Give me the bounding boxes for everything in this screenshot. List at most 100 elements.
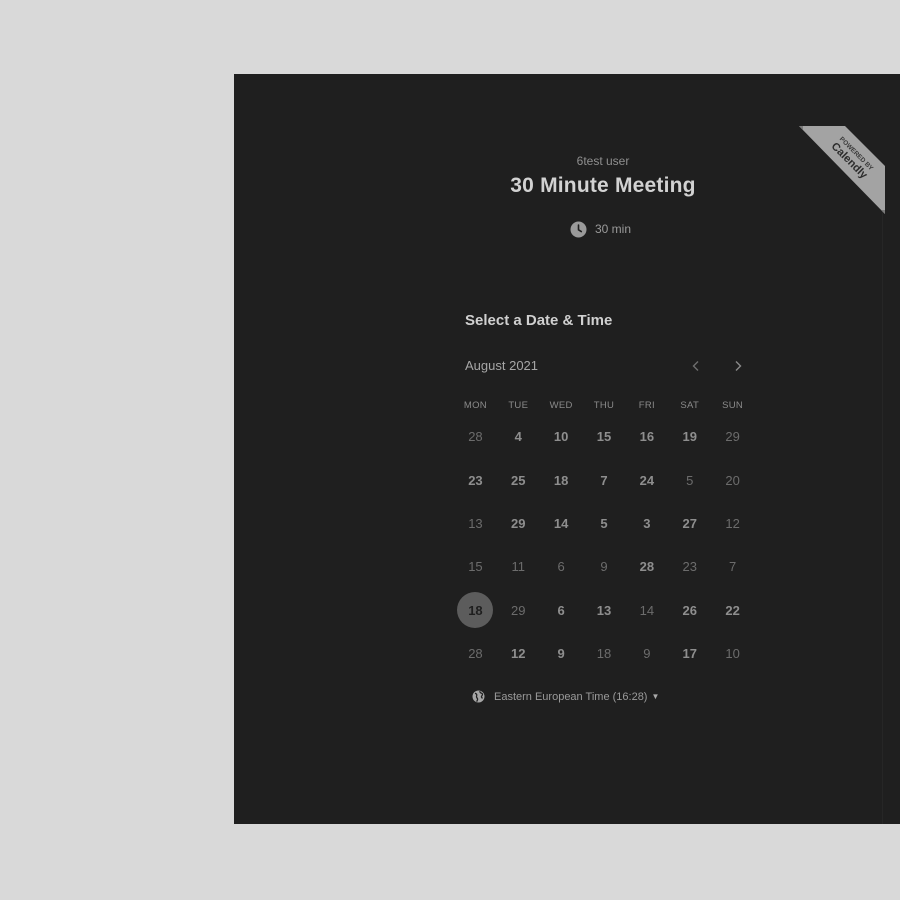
calendar-day-label: 13 [468, 515, 483, 531]
calendar-day-label: 28 [468, 429, 483, 445]
calendar-day-available[interactable]: 26 [668, 589, 711, 632]
chevron-left-icon [692, 361, 699, 371]
section-title: Select a Date & Time [465, 312, 613, 329]
calendar-day-label: 25 [511, 472, 526, 488]
calendar-day-label: 4 [514, 429, 522, 445]
calendar-week-row: 23 25 18 7 24 5 20 [454, 458, 754, 501]
weekday-sat: SAT [680, 400, 700, 411]
calendar-day-unavailable: 15 [454, 545, 497, 588]
calendar-day-label: 29 [511, 602, 526, 618]
calendar-day-label: 14 [553, 515, 569, 531]
calendar-day-available[interactable]: 6 [540, 589, 583, 632]
calendar-week-row: 28 4 10 15 16 19 29 [454, 415, 754, 458]
calendar-day-unavailable: 11 [497, 545, 540, 588]
caret-down-icon: ▼ [651, 692, 660, 701]
calendar-day-label: 29 [725, 429, 740, 445]
calendar-day-unavailable: 29 [711, 415, 754, 458]
calendar-day-available[interactable]: 9 [540, 632, 583, 675]
calendar-day-label: 3 [643, 515, 651, 531]
calendar-day-unavailable: 7 [711, 545, 754, 588]
calendar-day-label: 5 [686, 472, 694, 488]
calendar-day-label: 10 [553, 429, 569, 445]
weekday-mon: MON [463, 400, 487, 411]
calendar-day-available[interactable]: 4 [497, 415, 540, 458]
event-title: 30 Minute Meeting [510, 174, 696, 197]
calendar-day-label: 29 [511, 515, 526, 531]
calendar-day-label: 12 [725, 515, 740, 531]
calendar-day-label: 27 [682, 515, 697, 531]
calendar-day-unavailable: 14 [625, 589, 668, 632]
calendar-day-label: 15 [596, 429, 612, 445]
calendar-week-row: 18 29 6 13 14 26 22 [454, 589, 754, 632]
calendar-day-unavailable: 9 [625, 632, 668, 675]
calendar-day-available[interactable]: 29 [497, 502, 540, 545]
weekday-tue: TUE [508, 400, 529, 411]
month-label: August 2021 [465, 358, 539, 373]
calendar-day-label: 9 [600, 559, 608, 575]
calendar-day-label: 7 [600, 472, 608, 488]
calendar-day-unavailable: 28 [454, 632, 497, 675]
calendar-day-available[interactable]: 25 [497, 458, 540, 501]
clock-icon [570, 221, 587, 237]
calendar-week-row: 15 11 6 9 28 23 7 [454, 545, 754, 588]
calendar-day-label: 10 [725, 646, 740, 662]
calendar-day-label: 12 [511, 646, 526, 662]
calendar-day-label: 19 [682, 429, 697, 445]
calendar-day-label: 5 [600, 515, 608, 531]
calendar-day-available[interactable]: 24 [625, 458, 668, 501]
calendar-day-available[interactable]: 15 [583, 415, 626, 458]
calendar-grid: 28 4 10 15 16 19 29 23 25 18 7 24 5 20 13 29 14 5 3 27 12 15 1… [454, 415, 754, 675]
calendar-day-unavailable: 6 [540, 545, 583, 588]
calendar-day-available[interactable]: 18 [540, 458, 583, 501]
next-month-button[interactable] [728, 356, 748, 376]
calendar-day-label: 9 [557, 646, 565, 662]
weekday-header: MON TUE WED THU FRI SAT SUN [454, 400, 754, 411]
calendar-day-label: 28 [639, 559, 655, 575]
calendar-day-label: 7 [728, 559, 737, 575]
calendar-day-label: 14 [639, 602, 655, 618]
calendar-day-selected[interactable]: 18 [454, 589, 497, 632]
calendar-day-label: 24 [639, 472, 655, 488]
calendar-day-available[interactable]: 12 [497, 632, 540, 675]
previous-month-button[interactable] [686, 356, 706, 376]
chevron-right-icon [735, 361, 742, 371]
calendar-day-available[interactable]: 3 [625, 502, 668, 545]
calendar-day-available[interactable]: 16 [625, 415, 668, 458]
calendar-day-available[interactable]: 23 [454, 458, 497, 501]
calendar-day-label: 26 [682, 602, 697, 618]
calendar-day-label: 16 [639, 429, 655, 445]
calendar-day-available[interactable]: 28 [625, 545, 668, 588]
calendar-day-label: 23 [682, 559, 697, 575]
powered-by-calendly-badge[interactable]: POWERED BY Calendly [799, 126, 885, 214]
calendar-day-available[interactable]: 10 [540, 415, 583, 458]
calendar-day-available[interactable]: 17 [668, 632, 711, 675]
weekday-sun: SUN [722, 400, 744, 411]
calendar-day-label: 17 [682, 646, 697, 662]
calendar-day-label: 18 [553, 472, 569, 488]
calendar-day-available[interactable]: 7 [583, 458, 626, 501]
timezone-selector[interactable]: Eastern European Time (16:28) ▼ [472, 690, 659, 703]
weekday-wed: WED [549, 400, 573, 411]
calendar-day-available[interactable]: 13 [583, 589, 626, 632]
calendar-day-label: 28 [468, 646, 483, 662]
calendar-week-row: 28 12 9 18 9 17 10 [454, 632, 754, 675]
calendar-day-available[interactable]: 27 [668, 502, 711, 545]
calendar-day-label: 13 [596, 602, 612, 618]
panel-divider [882, 202, 883, 824]
calendar-day-label: 22 [725, 602, 740, 618]
calendar-day-label: 9 [643, 646, 651, 662]
calendar-day-label: 20 [725, 472, 740, 488]
calendar-day-unavailable: 28 [454, 415, 497, 458]
calendar-day-unavailable: 29 [497, 589, 540, 632]
duration-label: 30 min [595, 222, 632, 236]
calendar-day-unavailable: 9 [583, 545, 626, 588]
calendar-day-unavailable: 5 [668, 458, 711, 501]
calendar-day-available[interactable]: 14 [540, 502, 583, 545]
calendar-day-available[interactable]: 5 [583, 502, 626, 545]
calendar-day-available[interactable]: 19 [668, 415, 711, 458]
calendar-day-available[interactable]: 22 [711, 589, 754, 632]
calendar-day-unavailable: 12 [711, 502, 754, 545]
calendar-day-label: 15 [468, 559, 483, 575]
calendar-day-label: 18 [596, 646, 612, 662]
calendar-day-unavailable: 13 [454, 502, 497, 545]
